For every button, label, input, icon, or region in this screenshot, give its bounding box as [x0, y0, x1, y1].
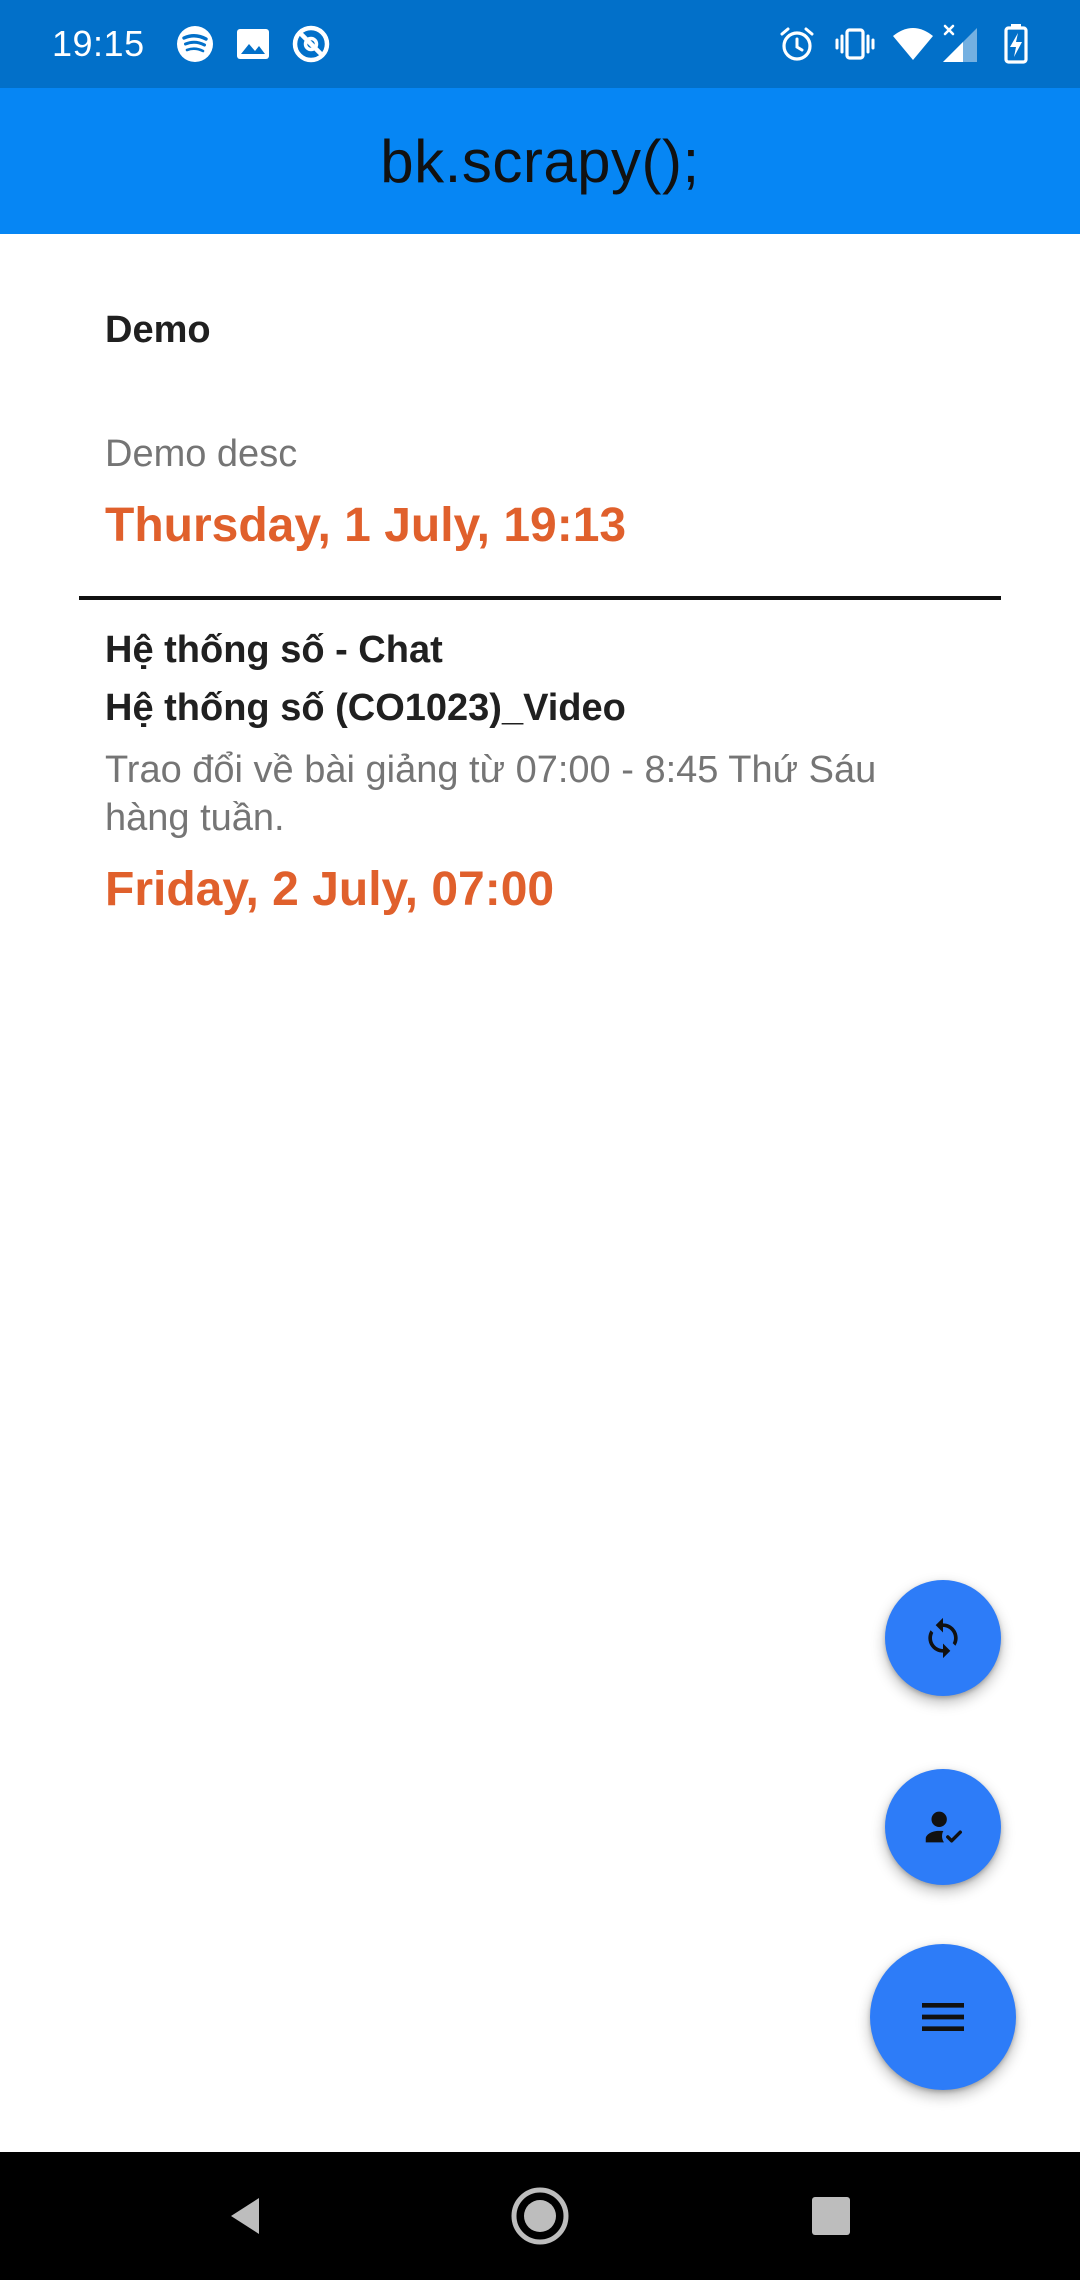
- status-time: 19:15: [52, 23, 145, 64]
- wifi-icon: [893, 28, 933, 60]
- menu-button[interactable]: [870, 1944, 1016, 2090]
- account-check-button[interactable]: [885, 1769, 1001, 1885]
- account-check-icon: [925, 1811, 962, 1843]
- home-button[interactable]: [460, 2152, 620, 2280]
- refresh-button[interactable]: [885, 1580, 1001, 1696]
- recents-icon: [812, 2197, 850, 2235]
- app-title: bk.scrapy();: [380, 127, 700, 195]
- app-bar: bk.scrapy();: [0, 88, 1080, 234]
- divider: [79, 596, 1001, 600]
- status-bar: 19:15: [0, 0, 1080, 88]
- item-date: Thursday, 1 July, 19:13: [105, 499, 627, 552]
- item-description: Trao đổi về bài giảng từ 07:00 - 8:45 Th…: [105, 749, 877, 839]
- item-title: Demo: [105, 309, 211, 351]
- spotify-icon: [177, 26, 213, 62]
- vibrate-icon: [835, 28, 875, 60]
- back-icon: [231, 2198, 259, 2234]
- back-button[interactable]: [166, 2152, 326, 2280]
- item-description: Demo desc: [105, 433, 298, 475]
- home-icon: [511, 2187, 569, 2245]
- recents-button[interactable]: [751, 2152, 911, 2280]
- item-title: Hệ thống số - Chat: [105, 629, 443, 671]
- item-date: Friday, 2 July, 07:00: [105, 863, 555, 916]
- navigation-bar: [0, 2152, 1080, 2280]
- item-subtitle: Hệ thống số (CO1023)_Video: [105, 687, 626, 729]
- refresh-icon: [928, 1617, 958, 1659]
- app-notification-icon: [292, 25, 330, 63]
- menu-icon: [922, 2003, 964, 2031]
- alarm-icon: [780, 27, 814, 61]
- signal-icon: [943, 24, 977, 62]
- battery-charging-icon: [1004, 24, 1028, 64]
- image-icon: [237, 29, 269, 59]
